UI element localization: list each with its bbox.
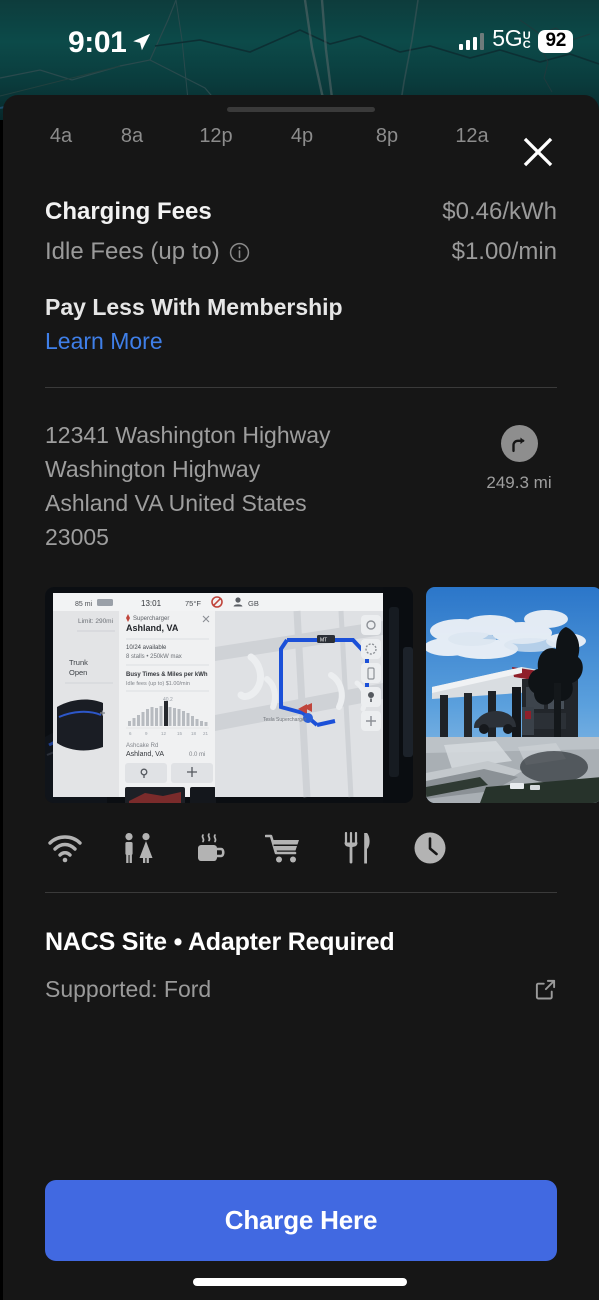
restaurant-icon (337, 828, 377, 868)
address-line-4: 23005 (45, 524, 109, 550)
idle-fee-value: $1.00/min (451, 238, 557, 265)
svg-text:Tesla Supercharger: Tesla Supercharger (263, 717, 307, 723)
membership-section: Pay Less With Membership Learn More (45, 291, 557, 357)
svg-text:Open: Open (69, 668, 87, 677)
supported-vehicles-label: Supported: Ford (45, 976, 212, 1002)
svg-text:Ashcake Rd: Ashcake Rd (126, 743, 158, 749)
shopping-cart-icon (264, 828, 304, 868)
svg-text:10/24 available: 10/24 available (126, 645, 167, 651)
idle-fee-label: Idle Fees (up to) (45, 238, 220, 265)
home-indicator (192, 1278, 407, 1286)
distance-label: 249.3 mi (486, 473, 552, 492)
svg-text:Supercharger: Supercharger (133, 616, 169, 622)
amenities-row (45, 825, 557, 871)
axis-tick-4: 8p (375, 125, 399, 147)
address-block[interactable]: 12341 Washington Highway Washington High… (45, 418, 445, 554)
supported-vehicles-row: Supported: Ford (45, 976, 557, 1003)
info-circle-icon[interactable] (229, 242, 250, 263)
photo-tesla-screen-image: 85 mi 13:01 75°F GB Limit: 290mi Trunk O… (45, 587, 413, 803)
close-icon[interactable] (519, 133, 557, 171)
address-line-1: 12341 Washington Highway (45, 422, 331, 448)
station-detail-sheet: 4a 8a 12p 4p 8p 12a Charging Fees $0.46/… (3, 95, 599, 1300)
svg-text:Idle fees (up to) $1.00/min: Idle fees (up to) $1.00/min (126, 681, 190, 687)
svg-text:Ashland, VA: Ashland, VA (126, 623, 179, 633)
idle-fee-row: Idle Fees (up to) $1.00/min (45, 234, 557, 270)
membership-title: Pay Less With Membership (45, 294, 343, 320)
directions-column: 249.3 mi (476, 425, 562, 493)
svg-text:Trunk: Trunk (69, 658, 88, 667)
svg-text:15: 15 (177, 731, 183, 736)
svg-text:Busy Times & Miles per kWh: Busy Times & Miles per kWh (126, 672, 208, 678)
axis-tick-1: 8a (120, 125, 144, 147)
section-divider-top (45, 387, 557, 388)
svg-text:Limit: 290mi: Limit: 290mi (78, 618, 113, 625)
svg-text:75°F: 75°F (185, 599, 201, 608)
wifi-icon (45, 828, 85, 868)
svg-text:MT: MT (320, 638, 327, 644)
photo-tesla-screen[interactable]: 85 mi 13:01 75°F GB Limit: 290mi Trunk O… (45, 587, 413, 803)
connector-title: NACS Site • Adapter Required (45, 928, 395, 956)
axis-tick-5: 12a (455, 125, 489, 147)
svg-text:12: 12 (161, 731, 167, 736)
charging-fee-value: $0.46/kWh (442, 198, 557, 225)
idle-fee-label-wrap: Idle Fees (up to) (45, 238, 250, 266)
svg-text:18: 18 (191, 731, 197, 736)
charging-fee-row: Charging Fees $0.46/kWh (45, 194, 557, 230)
clock-24h-icon (410, 828, 450, 868)
charge-here-button[interactable]: Charge Here (45, 1180, 557, 1261)
axis-tick-0: 4a (49, 125, 73, 147)
coffee-icon (191, 828, 231, 868)
section-divider-bottom (45, 892, 557, 893)
photo-station-canopy[interactable] (426, 587, 599, 803)
photo-station-canopy-image (426, 587, 599, 803)
restroom-icon (118, 828, 158, 868)
charging-fee-label: Charging Fees (45, 198, 212, 225)
address-line-2: Washington Highway (45, 456, 261, 482)
charging-fee-label-wrap: Charging Fees (45, 198, 212, 226)
svg-text:13:01: 13:01 (141, 599, 162, 608)
photo-gallery[interactable]: 85 mi 13:01 75°F GB Limit: 290mi Trunk O… (45, 587, 599, 803)
address-line-3: Ashland VA United States (45, 490, 307, 516)
svg-text:8 stalls • 250kW max: 8 stalls • 250kW max (126, 654, 182, 660)
axis-tick-2: 12p (199, 125, 233, 147)
fees-section: Charging Fees $0.46/kWh Idle Fees (up to… (45, 194, 557, 270)
learn-more-link[interactable]: Learn More (45, 325, 163, 357)
external-link-icon[interactable] (534, 978, 557, 1001)
drag-handle[interactable] (227, 107, 375, 112)
connector-section: NACS Site • Adapter Required Supported: … (45, 925, 557, 1003)
phone-screen: 9:01 5G U C 92 4a 8a 12p 4p 8p 12a Charg… (0, 0, 599, 1300)
svg-text:0.0 mi: 0.0 mi (189, 752, 205, 758)
svg-text:GB: GB (248, 599, 259, 608)
busy-times-axis: 4a 8a 12p 4p 8p 12a (3, 125, 599, 165)
svg-text:21: 21 (203, 731, 209, 736)
directions-arrow-icon (512, 436, 525, 452)
axis-tick-3: 4p (290, 125, 314, 147)
directions-button[interactable] (500, 425, 538, 462)
svg-text:85 mi: 85 mi (75, 601, 93, 608)
svg-text:Ashland, VA: Ashland, VA (126, 751, 164, 758)
